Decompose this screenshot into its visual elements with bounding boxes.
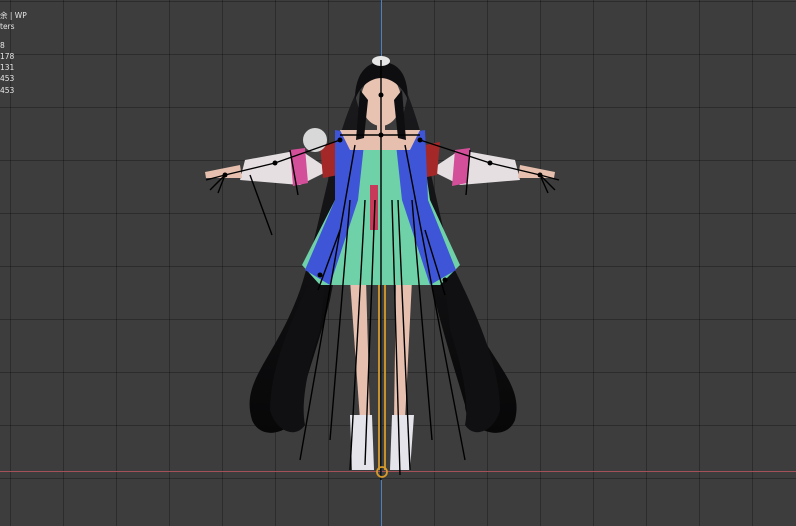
character-model[interactable] [0, 0, 796, 526]
stat-faces: 453 [0, 74, 15, 84]
view-collection-label: 余 | WP [0, 11, 27, 20]
stat-triangles: 453 [0, 85, 15, 95]
viewport-info-overlay: 余 | WP ters 8 178 131 453 453 [0, 10, 27, 96]
stat-vertices: 178 [0, 51, 15, 61]
selected-bone[interactable] [376, 285, 388, 478]
units-label: ters [0, 22, 15, 32]
stat-edges: 131 [0, 63, 15, 73]
3d-viewport[interactable]: 余 | WP ters 8 178 131 453 453 [0, 0, 796, 526]
stat-objects: 8 [0, 40, 5, 50]
